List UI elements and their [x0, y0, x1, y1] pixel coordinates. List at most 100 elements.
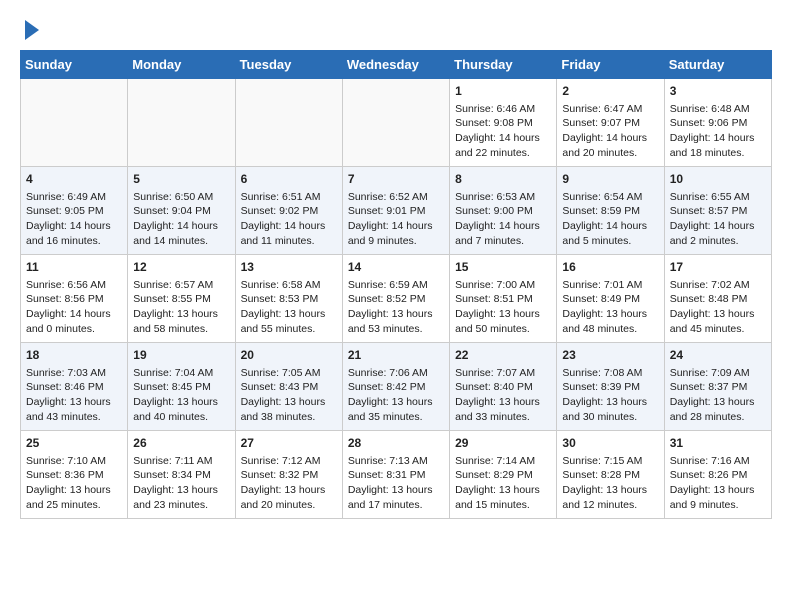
calendar-cell: 22Sunrise: 7:07 AMSunset: 8:40 PMDayligh… [450, 343, 557, 431]
day-info-line: Sunset: 8:26 PM [670, 468, 766, 483]
day-info-line: Daylight: 13 hours [562, 307, 658, 322]
calendar-cell: 28Sunrise: 7:13 AMSunset: 8:31 PMDayligh… [342, 431, 449, 519]
day-info-line: Sunset: 8:53 PM [241, 292, 337, 307]
day-info-line: Sunset: 8:40 PM [455, 380, 551, 395]
calendar-cell: 8Sunrise: 6:53 AMSunset: 9:00 PMDaylight… [450, 167, 557, 255]
day-info-line: and 5 minutes. [562, 234, 658, 249]
day-info-line: Sunrise: 7:05 AM [241, 366, 337, 381]
day-info-line: Sunrise: 7:12 AM [241, 454, 337, 469]
day-info-line: Daylight: 14 hours [670, 131, 766, 146]
day-info-line: Sunset: 8:56 PM [26, 292, 122, 307]
day-info-line: and 18 minutes. [670, 146, 766, 161]
calendar-cell: 12Sunrise: 6:57 AMSunset: 8:55 PMDayligh… [128, 255, 235, 343]
calendar-cell: 14Sunrise: 6:59 AMSunset: 8:52 PMDayligh… [342, 255, 449, 343]
day-info-line: Sunrise: 6:52 AM [348, 190, 444, 205]
day-info-line: and 22 minutes. [455, 146, 551, 161]
day-number: 9 [562, 171, 658, 188]
day-info-line: Sunrise: 7:09 AM [670, 366, 766, 381]
day-info-line: Daylight: 14 hours [26, 307, 122, 322]
calendar-cell: 2Sunrise: 6:47 AMSunset: 9:07 PMDaylight… [557, 79, 664, 167]
logo [20, 20, 39, 40]
calendar-week-row: 25Sunrise: 7:10 AMSunset: 8:36 PMDayligh… [21, 431, 772, 519]
day-info-line: Sunset: 8:28 PM [562, 468, 658, 483]
calendar-cell: 23Sunrise: 7:08 AMSunset: 8:39 PMDayligh… [557, 343, 664, 431]
day-info-line: Sunrise: 6:50 AM [133, 190, 229, 205]
day-info-line: Daylight: 13 hours [348, 483, 444, 498]
day-info-line: Sunset: 8:46 PM [26, 380, 122, 395]
day-info-line: Sunrise: 7:14 AM [455, 454, 551, 469]
day-number: 17 [670, 259, 766, 276]
day-info-line: Daylight: 14 hours [670, 219, 766, 234]
day-number: 30 [562, 435, 658, 452]
day-info-line: Sunrise: 6:58 AM [241, 278, 337, 293]
day-info-line: and 45 minutes. [670, 322, 766, 337]
day-info-line: and 2 minutes. [670, 234, 766, 249]
day-number: 1 [455, 83, 551, 100]
day-info-line: Sunset: 8:34 PM [133, 468, 229, 483]
day-info-line: and 20 minutes. [241, 498, 337, 513]
day-info-line: Daylight: 13 hours [455, 307, 551, 322]
day-info-line: Sunset: 8:37 PM [670, 380, 766, 395]
calendar-cell: 9Sunrise: 6:54 AMSunset: 8:59 PMDaylight… [557, 167, 664, 255]
day-info-line: Daylight: 14 hours [26, 219, 122, 234]
day-info-line: Daylight: 14 hours [348, 219, 444, 234]
day-number: 11 [26, 259, 122, 276]
day-info-line: Sunset: 9:02 PM [241, 204, 337, 219]
day-info-line: and 7 minutes. [455, 234, 551, 249]
day-number: 22 [455, 347, 551, 364]
day-info-line: Sunset: 8:49 PM [562, 292, 658, 307]
day-info-line: Sunrise: 6:53 AM [455, 190, 551, 205]
day-info-line: Sunset: 8:48 PM [670, 292, 766, 307]
day-number: 19 [133, 347, 229, 364]
day-info-line: and 33 minutes. [455, 410, 551, 425]
calendar-cell: 17 Sunrise: 7:02 AMSunset: 8:48 PMDayligh… [664, 255, 771, 343]
day-info-line: Sunset: 8:52 PM [348, 292, 444, 307]
day-info-line: Sunrise: 7:04 AM [133, 366, 229, 381]
day-info-line: Sunset: 8:45 PM [133, 380, 229, 395]
calendar-cell [235, 79, 342, 167]
day-info-line: Sunset: 8:51 PM [455, 292, 551, 307]
day-info-line: and 30 minutes. [562, 410, 658, 425]
day-number: 15 [455, 259, 551, 276]
day-info-line: and 40 minutes. [133, 410, 229, 425]
day-number: 12 [133, 259, 229, 276]
calendar-table: SundayMondayTuesdayWednesdayThursdayFrid… [20, 50, 772, 519]
day-number: 20 [241, 347, 337, 364]
day-info-line: Sunset: 9:04 PM [133, 204, 229, 219]
day-info-line: Sunset: 8:29 PM [455, 468, 551, 483]
calendar-cell: 3Sunrise: 6:48 AMSunset: 9:06 PMDaylight… [664, 79, 771, 167]
day-info-line: Sunrise: 7:08 AM [562, 366, 658, 381]
day-info-line: Sunrise: 7:06 AM [348, 366, 444, 381]
day-number: 5 [133, 171, 229, 188]
day-info-line: Sunset: 9:00 PM [455, 204, 551, 219]
day-number: 3 [670, 83, 766, 100]
day-info-line: and 28 minutes. [670, 410, 766, 425]
day-info-line: Sunrise: 7:02 AM [670, 278, 766, 293]
day-info-line: Sunrise: 6:56 AM [26, 278, 122, 293]
day-info-line: Daylight: 13 hours [670, 307, 766, 322]
calendar-cell: 11 Sunrise: 6:56 AMSunset: 8:56 PMDayligh… [21, 255, 128, 343]
calendar-cell: 13Sunrise: 6:58 AMSunset: 8:53 PMDayligh… [235, 255, 342, 343]
calendar-cell: 26Sunrise: 7:11 AMSunset: 8:34 PMDayligh… [128, 431, 235, 519]
day-of-week-header: Thursday [450, 51, 557, 79]
day-info-line: and 23 minutes. [133, 498, 229, 513]
day-info-line: Daylight: 14 hours [455, 219, 551, 234]
day-info-line: Daylight: 13 hours [670, 395, 766, 410]
day-number: 28 [348, 435, 444, 452]
day-number: 23 [562, 347, 658, 364]
day-number: 26 [133, 435, 229, 452]
day-info-line: Sunrise: 6:54 AM [562, 190, 658, 205]
day-info-line: Sunset: 8:57 PM [670, 204, 766, 219]
day-info-line: Sunrise: 6:46 AM [455, 102, 551, 117]
calendar-cell: 19Sunrise: 7:04 AMSunset: 8:45 PMDayligh… [128, 343, 235, 431]
day-info-line: and 17 minutes. [348, 498, 444, 513]
day-info-line: Sunrise: 7:03 AM [26, 366, 122, 381]
day-number: 7 [348, 171, 444, 188]
day-info-line: Sunset: 9:07 PM [562, 116, 658, 131]
day-number: 2 [562, 83, 658, 100]
day-info-line: Daylight: 13 hours [562, 483, 658, 498]
day-info-line: and 55 minutes. [241, 322, 337, 337]
day-number: 10 [670, 171, 766, 188]
day-number: 25 [26, 435, 122, 452]
day-info-line: and 43 minutes. [26, 410, 122, 425]
